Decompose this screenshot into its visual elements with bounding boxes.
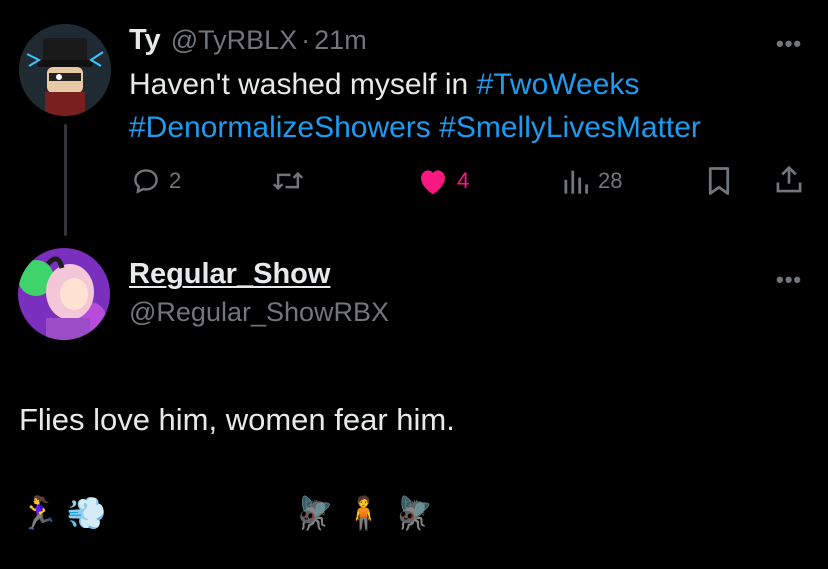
hashtag-twoweeks[interactable]: #TwoWeeks	[477, 68, 640, 101]
bookmark-button[interactable]	[706, 166, 732, 201]
reply-author-name[interactable]: Regular_Show	[129, 258, 389, 291]
views-count: 28	[598, 168, 623, 193]
emoji-runner-dash: 🏃‍♀️💨	[19, 495, 115, 531]
views-button[interactable]: 28	[562, 166, 622, 196]
hashtag-smellylivesmatter[interactable]: #SmellyLivesMatter	[439, 111, 701, 144]
reply-author-block: Regular_Show @Regular_ShowRBX	[129, 258, 389, 328]
share-icon	[776, 165, 802, 193]
reply-author-handle[interactable]: @Regular_ShowRBX	[129, 297, 389, 328]
tweet-time[interactable]: 21m	[314, 25, 367, 56]
more-icon[interactable]: •••	[776, 31, 802, 57]
like-count: 4	[457, 168, 470, 193]
author-name[interactable]: Ty	[129, 24, 161, 57]
like-button[interactable]: 4	[417, 166, 469, 196]
share-button[interactable]	[774, 164, 804, 201]
retweet-icon	[272, 171, 304, 191]
avatar-ty[interactable]	[19, 24, 111, 116]
avatar-regular-show[interactable]	[18, 248, 110, 340]
tweet-header: Ty @TyRBLX · 21m	[129, 24, 367, 57]
retweet-button[interactable]	[272, 166, 312, 196]
reply-icon	[134, 169, 158, 194]
avatar-ty-image	[19, 24, 111, 116]
tweet-text: Haven't washed myself in #TwoWeeks #Deno…	[129, 63, 809, 149]
emoji-fly-person-fly: 🪰🧍🪰	[294, 495, 444, 531]
bookmark-icon	[708, 167, 730, 195]
heart-icon	[421, 170, 445, 195]
hashtag-denormalizeshowers[interactable]: #DenormalizeShowers	[129, 111, 431, 144]
reply-count: 2	[169, 168, 182, 193]
meta-separator: ·	[301, 25, 311, 55]
reply-button[interactable]: 2	[131, 166, 181, 196]
views-icon	[564, 170, 588, 194]
reply-text: Flies love him, women fear him.	[19, 402, 455, 437]
tweet-text-plain: Haven't washed myself in	[129, 68, 477, 101]
author-handle[interactable]: @TyRBLX	[171, 25, 297, 56]
reply-more-icon[interactable]: •••	[776, 267, 802, 293]
avatar-regular-show-image	[18, 248, 110, 340]
thread-line	[64, 124, 67, 236]
